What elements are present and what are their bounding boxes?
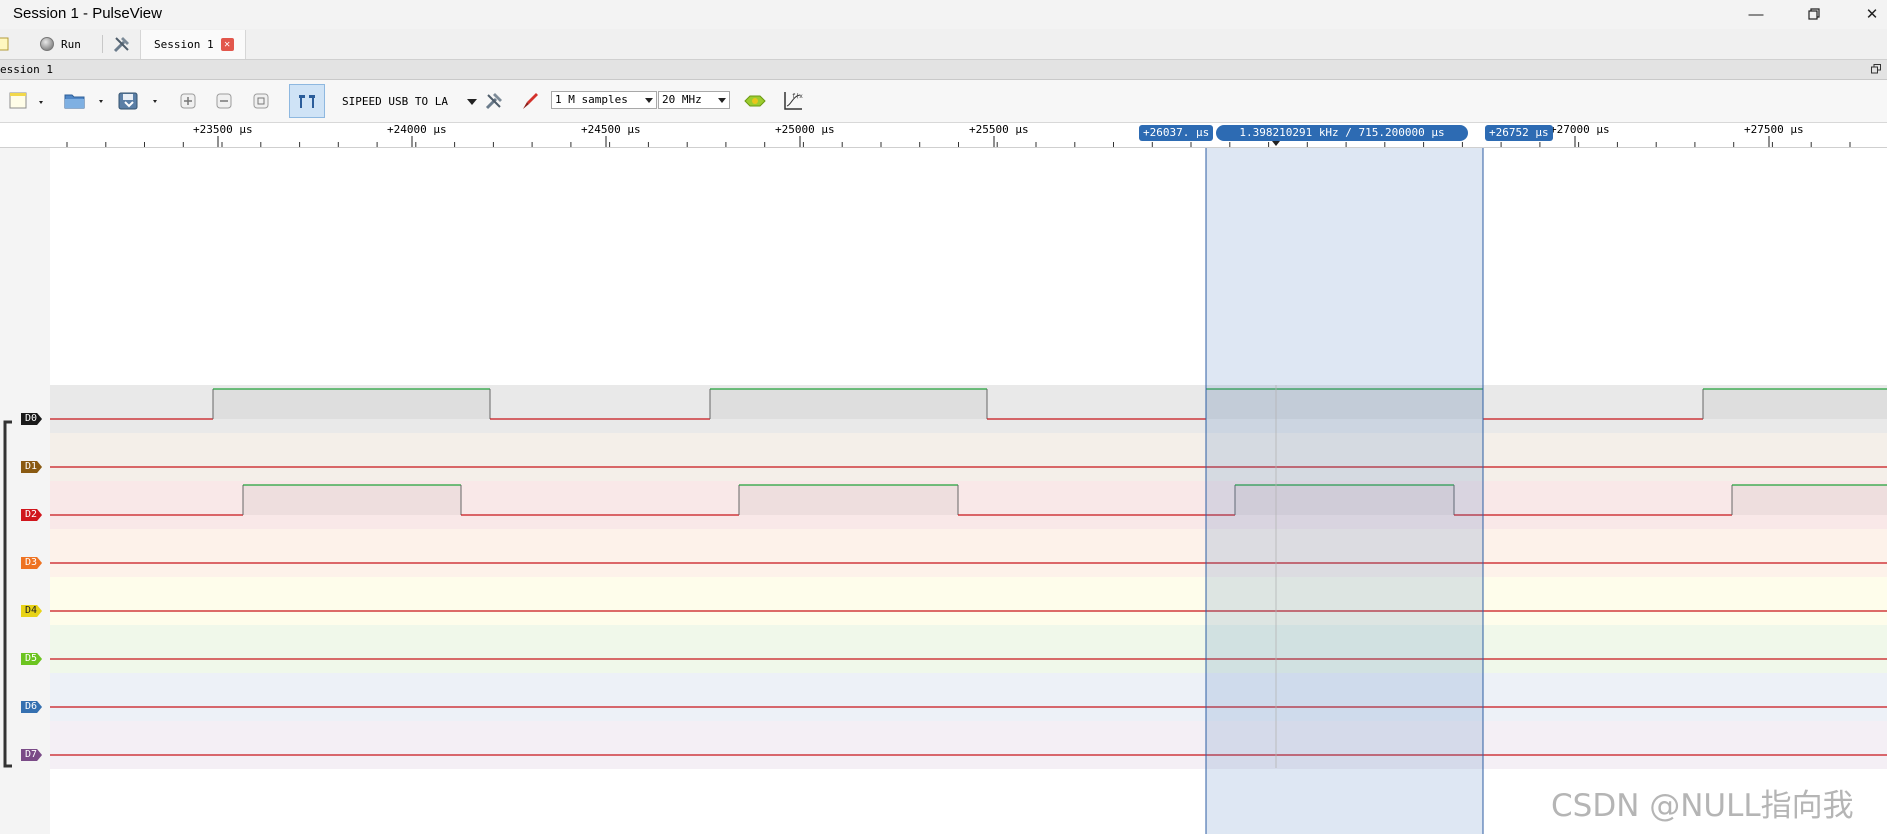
minimize-icon: — <box>1748 5 1764 23</box>
save-file-button[interactable] <box>116 86 162 116</box>
chevron-down-icon <box>645 98 653 103</box>
svg-text:f(x): f(x) <box>792 93 804 100</box>
ruler-tick-label: +25500 µs <box>969 123 1029 136</box>
ruler-tick-label: +27000 µs <box>1550 123 1610 136</box>
new-document-icon <box>0 37 9 51</box>
signal-high-fill <box>710 389 987 419</box>
trace-view[interactable] <box>50 148 1887 834</box>
float-dock-icon[interactable] <box>1871 64 1881 74</box>
channel-label-d5[interactable]: D5 <box>21 653 42 665</box>
new-session-button[interactable] <box>0 29 10 59</box>
run-button[interactable]: Run <box>39 29 89 59</box>
cursor-left-label[interactable]: +26037. µs <box>1139 125 1214 141</box>
tab-session-1[interactable]: Session 1 ✕ <box>140 30 246 59</box>
new-document-icon <box>9 92 43 109</box>
restore-button[interactable] <box>1791 2 1837 26</box>
sample-count-select[interactable]: 1 M samples <box>551 91 657 109</box>
channel-track-d7 <box>50 721 1887 769</box>
restore-icon <box>1808 8 1820 20</box>
close-icon: ✕ <box>1865 6 1879 23</box>
ruler-tick-label: +23500 µs <box>193 123 253 136</box>
window-titlebar: Session 1 - PulseView — ✕ <box>0 0 1887 29</box>
zoom-in-button[interactable] <box>176 86 200 116</box>
close-button[interactable]: ✕ <box>1849 2 1887 26</box>
main-toolbar: SIPEED USB TO LA 1 M samples 20 MHz f(x) <box>0 80 1887 123</box>
ruler-tick-label: +24500 µs <box>581 123 641 136</box>
chevron-down-icon <box>467 99 477 105</box>
channel-label-d4[interactable]: D4 <box>21 605 42 617</box>
signal-high-fill <box>243 485 461 515</box>
watermark: CSDN @NULL指向我 <box>1551 788 1854 824</box>
folder-open-icon <box>64 94 103 109</box>
zoom-out-button[interactable] <box>212 86 236 116</box>
chevron-down-icon <box>718 98 726 103</box>
tools-icon <box>113 37 129 53</box>
run-indicator-icon <box>40 37 54 51</box>
device-label: SIPEED USB TO LA <box>342 94 448 108</box>
tools-icon <box>485 93 502 110</box>
new-view-button[interactable] <box>6 86 46 116</box>
channel-track-d1 <box>50 433 1887 481</box>
show-cursors-button[interactable] <box>289 84 325 118</box>
add-math-button[interactable]: f(x) <box>780 86 806 116</box>
signal-high-fill <box>1732 485 1887 515</box>
channel-label-column: D0 D1 D2 D3 D4 D5 D6 D7 <box>0 148 50 834</box>
center-marker-icon <box>1272 141 1280 146</box>
session-dock-titlebar: ession 1 <box>0 60 1887 80</box>
channel-track-d6 <box>50 673 1887 721</box>
signal-high-fill <box>213 389 490 419</box>
ruler-tick-label: +24000 µs <box>387 123 447 136</box>
channel-track-d4 <box>50 577 1887 625</box>
sample-rate-select[interactable]: 20 MHz <box>658 91 730 109</box>
signal-high-fill <box>739 485 958 515</box>
probe-icon <box>523 93 538 109</box>
cursor-selection <box>1206 148 1483 834</box>
device-selector[interactable]: SIPEED USB TO LA <box>342 86 477 116</box>
channel-label-d6[interactable]: D6 <box>21 701 42 713</box>
device-config-button[interactable] <box>482 86 506 116</box>
cursor-pair-icon <box>299 95 315 108</box>
close-tab-icon[interactable]: ✕ <box>220 38 234 51</box>
zoom-out-icon <box>216 93 232 109</box>
channel-group-bracket <box>3 420 12 768</box>
math-function-icon: f(x) <box>784 92 804 110</box>
sample-count-value: 1 M samples <box>555 93 628 106</box>
ruler-tick-label: +25000 µs <box>775 123 835 136</box>
trace-canvas <box>50 148 1887 834</box>
save-icon <box>118 92 157 110</box>
minimize-button[interactable]: — <box>1733 2 1779 26</box>
channel-track-d5 <box>50 625 1887 673</box>
probe-config-button[interactable] <box>518 86 542 116</box>
cursor-right-label[interactable]: +26752 µs <box>1485 125 1553 141</box>
channel-label-d1[interactable]: D1 <box>21 461 42 473</box>
channel-label-d0[interactable]: D0 <box>21 413 42 425</box>
channel-label-d2[interactable]: D2 <box>21 509 42 521</box>
cursor-measure-label[interactable]: 1.398210291 kHz / 715.200000 µs <box>1216 125 1468 141</box>
add-decoder-button[interactable] <box>742 86 768 116</box>
open-file-button[interactable] <box>62 86 108 116</box>
ruler-tick-label: +27500 µs <box>1744 123 1804 136</box>
zoom-in-icon <box>180 93 196 109</box>
channel-label-d7[interactable]: D7 <box>21 749 42 761</box>
zoom-fit-button[interactable] <box>249 86 273 116</box>
tabbar-divider <box>102 35 103 53</box>
settings-tool-button[interactable] <box>112 29 136 59</box>
session-dock-title: ession 1 <box>0 63 53 76</box>
window-title: Session 1 - PulseView <box>13 5 162 22</box>
session-tab-label: Session 1 <box>154 38 214 51</box>
signal-high-fill <box>1703 389 1887 419</box>
channel-label-d3[interactable]: D3 <box>21 557 42 569</box>
run-label: Run <box>61 37 81 51</box>
time-ruler[interactable]: +23500 µs +24000 µs +24500 µs +25000 µs +255… <box>0 123 1887 148</box>
sample-rate-value: 20 MHz <box>662 93 702 106</box>
main-tabbar: Run Session 1 ✕ <box>0 29 1887 60</box>
decoder-icon <box>744 95 766 107</box>
zoom-fit-icon <box>253 93 269 109</box>
channel-track-d3 <box>50 529 1887 577</box>
